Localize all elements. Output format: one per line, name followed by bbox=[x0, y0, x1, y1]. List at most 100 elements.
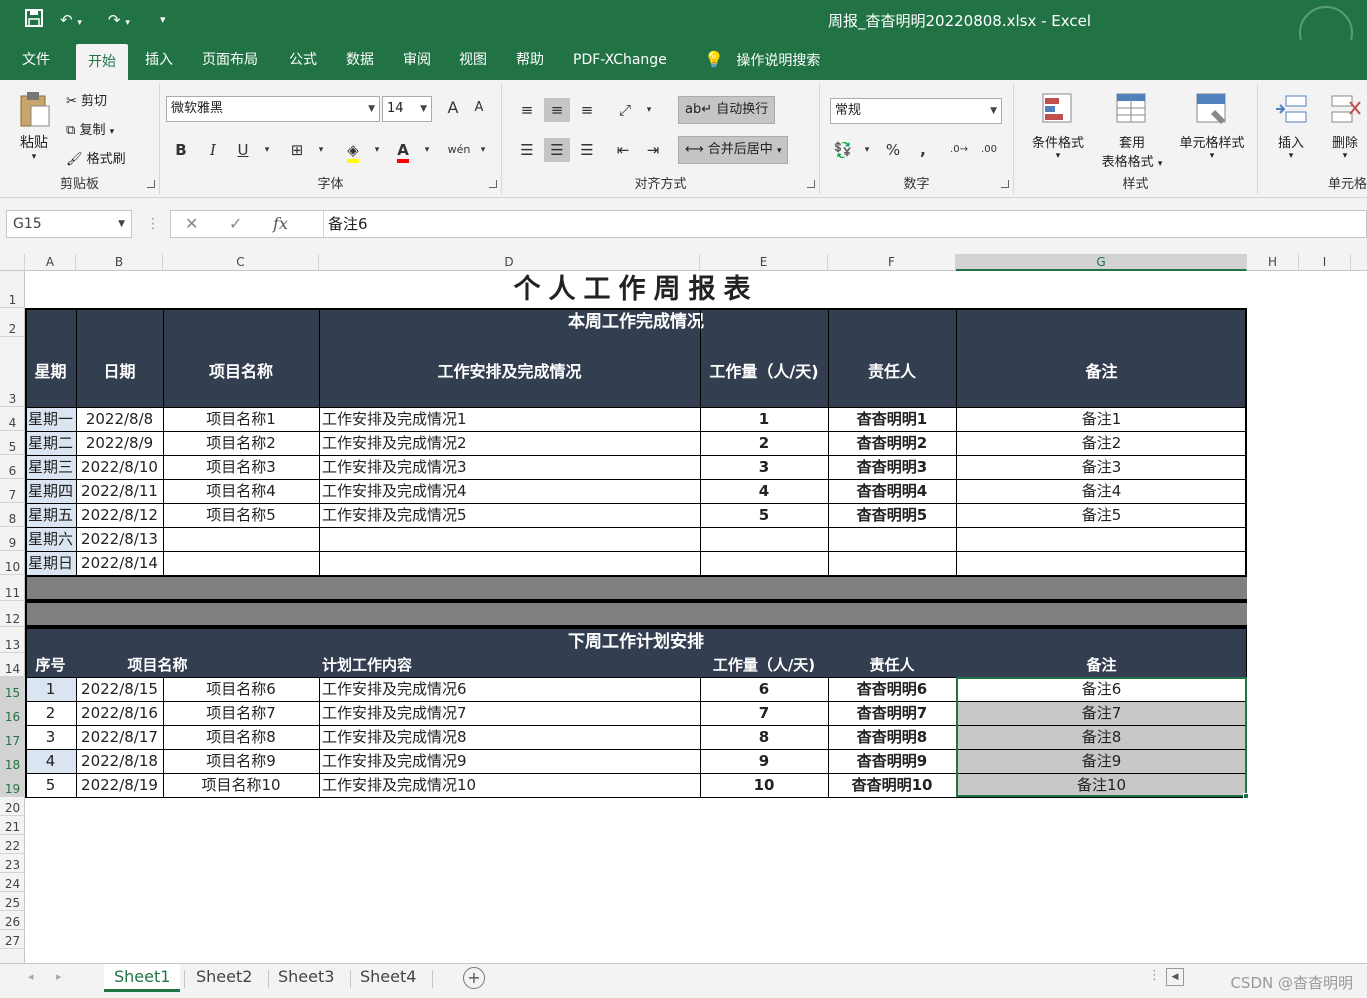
grow-font-button[interactable]: A bbox=[440, 96, 466, 120]
data-cell[interactable]: 6 bbox=[700, 677, 828, 701]
worksheet-grid[interactable]: 个人工作周报表 本周工作完成情况 星期 日期 项目名称 工作安排及完成情况 工作量（人/天)… bbox=[25, 271, 1367, 963]
column-heading[interactable]: 责任人 bbox=[828, 337, 956, 407]
data-cell[interactable]: 备注5 bbox=[956, 503, 1247, 527]
weekday-cell[interactable]: 星期六 bbox=[25, 527, 76, 551]
data-cell[interactable]: 项目名称1 bbox=[163, 407, 319, 431]
data-cell[interactable]: 2022/8/14 bbox=[76, 551, 163, 575]
enter-icon[interactable]: ✓ bbox=[229, 211, 242, 237]
font-color-dropdown[interactable]: ▾ bbox=[414, 138, 440, 162]
row-header[interactable]: 3 bbox=[0, 337, 25, 407]
border-dropdown[interactable]: ▾ bbox=[308, 138, 334, 162]
menu-home[interactable]: 开始 bbox=[76, 44, 128, 80]
data-cell[interactable]: 项目名称4 bbox=[163, 479, 319, 503]
menu-pdf-xchange[interactable]: PDF-XChange bbox=[561, 40, 679, 80]
row-header[interactable]: 8 bbox=[0, 503, 25, 527]
underline-button[interactable]: U bbox=[230, 138, 256, 162]
row-header[interactable]: 27 bbox=[0, 930, 25, 949]
percent-button[interactable]: % bbox=[880, 138, 906, 162]
column-heading[interactable]: 项目名称 bbox=[76, 653, 239, 677]
data-cell[interactable]: 杳杳明明6 bbox=[828, 677, 956, 701]
data-cell[interactable]: 项目名称8 bbox=[163, 725, 319, 749]
weekday-cell[interactable]: 星期一 bbox=[25, 407, 76, 431]
data-cell[interactable]: 8 bbox=[700, 725, 828, 749]
column-heading[interactable]: 计划工作内容 bbox=[319, 653, 700, 677]
hscroll-left-icon[interactable]: ◀ bbox=[1166, 968, 1184, 986]
column-heading[interactable]: 备注 bbox=[956, 653, 1247, 677]
data-cell[interactable] bbox=[956, 551, 1247, 575]
data-cell[interactable]: 5 bbox=[25, 773, 76, 797]
orientation-dropdown[interactable]: ▾ bbox=[636, 98, 662, 122]
row-header[interactable]: 15 bbox=[0, 677, 25, 701]
font-color-icon[interactable]: A bbox=[390, 138, 416, 163]
data-cell[interactable]: 备注3 bbox=[956, 455, 1247, 479]
data-cell[interactable]: 3 bbox=[25, 725, 76, 749]
data-cell[interactable]: 7 bbox=[700, 701, 828, 725]
italic-button[interactable]: I bbox=[200, 138, 226, 162]
data-cell[interactable] bbox=[319, 527, 700, 551]
data-cell[interactable] bbox=[828, 527, 956, 551]
data-cell[interactable]: 2022/8/12 bbox=[76, 503, 163, 527]
undo-icon[interactable]: ↶ ▾ bbox=[60, 8, 82, 32]
fill-color-icon[interactable]: ◈ bbox=[340, 138, 366, 163]
conditional-format-button[interactable]: 条件格式 ▾ bbox=[1022, 92, 1094, 161]
data-cell[interactable]: 备注1 bbox=[956, 407, 1247, 431]
decrease-indent-icon[interactable]: ⇤ bbox=[610, 138, 636, 162]
data-cell[interactable]: 工作安排及完成情况8 bbox=[319, 725, 700, 749]
tab-sheet1[interactable]: Sheet1 bbox=[104, 964, 181, 992]
copy-button[interactable]: ⧉ 复制 ▾ bbox=[66, 119, 114, 138]
align-middle-icon[interactable]: ≡ bbox=[544, 98, 570, 122]
underline-dropdown[interactable]: ▾ bbox=[254, 138, 280, 162]
data-cell[interactable]: 2022/8/11 bbox=[76, 479, 163, 503]
phonetic-icon[interactable]: wén bbox=[446, 138, 472, 162]
data-cell[interactable]: 2022/8/13 bbox=[76, 527, 163, 551]
data-cell[interactable]: 杳杳明明5 bbox=[828, 503, 956, 527]
column-heading[interactable]: 序号 bbox=[25, 653, 76, 677]
insert-cells-button[interactable]: 插入 ▾ bbox=[1266, 92, 1316, 161]
row-header[interactable]: 25 bbox=[0, 892, 25, 911]
data-cell[interactable]: 4 bbox=[25, 749, 76, 773]
scroll-left-icon[interactable]: ◂ bbox=[28, 970, 34, 983]
border-icon[interactable]: ⊞ bbox=[284, 138, 310, 162]
orientation-icon[interactable]: ⤢ bbox=[612, 98, 638, 122]
alignment-dialog-launcher[interactable] bbox=[807, 180, 815, 188]
menu-help[interactable]: 帮助 bbox=[504, 40, 556, 80]
data-cell[interactable]: 工作安排及完成情况9 bbox=[319, 749, 700, 773]
data-cell[interactable]: 杳杳明明8 bbox=[828, 725, 956, 749]
row-header[interactable]: 5 bbox=[0, 431, 25, 455]
column-heading[interactable]: 星期 bbox=[25, 337, 76, 407]
save-icon[interactable] bbox=[24, 8, 44, 32]
data-cell[interactable]: 工作安排及完成情况4 bbox=[319, 479, 700, 503]
row-header[interactable]: 11 bbox=[0, 575, 25, 601]
row-header[interactable]: 24 bbox=[0, 873, 25, 892]
column-header-b[interactable]: B bbox=[76, 254, 163, 271]
row-header[interactable]: 12 bbox=[0, 601, 25, 627]
menu-view[interactable]: 视图 bbox=[447, 40, 499, 80]
data-cell[interactable]: 工作安排及完成情况10 bbox=[319, 773, 700, 797]
cell-styles-button[interactable]: 单元格样式 ▾ bbox=[1170, 92, 1254, 161]
row-header[interactable]: 22 bbox=[0, 835, 25, 854]
data-cell[interactable]: 工作安排及完成情况7 bbox=[319, 701, 700, 725]
row-header[interactable]: 18 bbox=[0, 749, 25, 773]
currency-icon[interactable]: 💱 bbox=[830, 138, 856, 162]
data-cell[interactable]: 1 bbox=[700, 407, 828, 431]
delete-cells-button[interactable]: 删除 ▾ bbox=[1320, 92, 1367, 161]
name-box[interactable]: G15 ▼ bbox=[6, 210, 132, 238]
wrap-text-button[interactable]: ab↵ 自动换行 bbox=[678, 96, 776, 124]
font-dialog-launcher[interactable] bbox=[489, 180, 497, 188]
data-cell[interactable] bbox=[700, 527, 828, 551]
data-cell[interactable] bbox=[163, 551, 319, 575]
scroll-right-icon[interactable]: ▸ bbox=[56, 970, 62, 983]
formula-input[interactable]: ✕ ✓ fx 备注6 bbox=[170, 210, 1367, 238]
cancel-icon[interactable]: ✕ bbox=[185, 211, 198, 237]
data-cell[interactable]: 工作安排及完成情况1 bbox=[319, 407, 700, 431]
comma-button[interactable]: , bbox=[910, 138, 936, 162]
data-cell[interactable]: 4 bbox=[700, 479, 828, 503]
column-heading[interactable]: 备注 bbox=[956, 337, 1247, 407]
data-cell[interactable]: 2022/8/10 bbox=[76, 455, 163, 479]
data-cell[interactable]: 备注2 bbox=[956, 431, 1247, 455]
insert-function-icon[interactable]: fx bbox=[273, 211, 288, 237]
data-cell[interactable] bbox=[319, 551, 700, 575]
data-cell[interactable] bbox=[828, 551, 956, 575]
merge-center-button[interactable]: ⟷ 合并后居中 ▾ bbox=[678, 136, 789, 164]
column-heading[interactable]: 日期 bbox=[76, 337, 163, 407]
